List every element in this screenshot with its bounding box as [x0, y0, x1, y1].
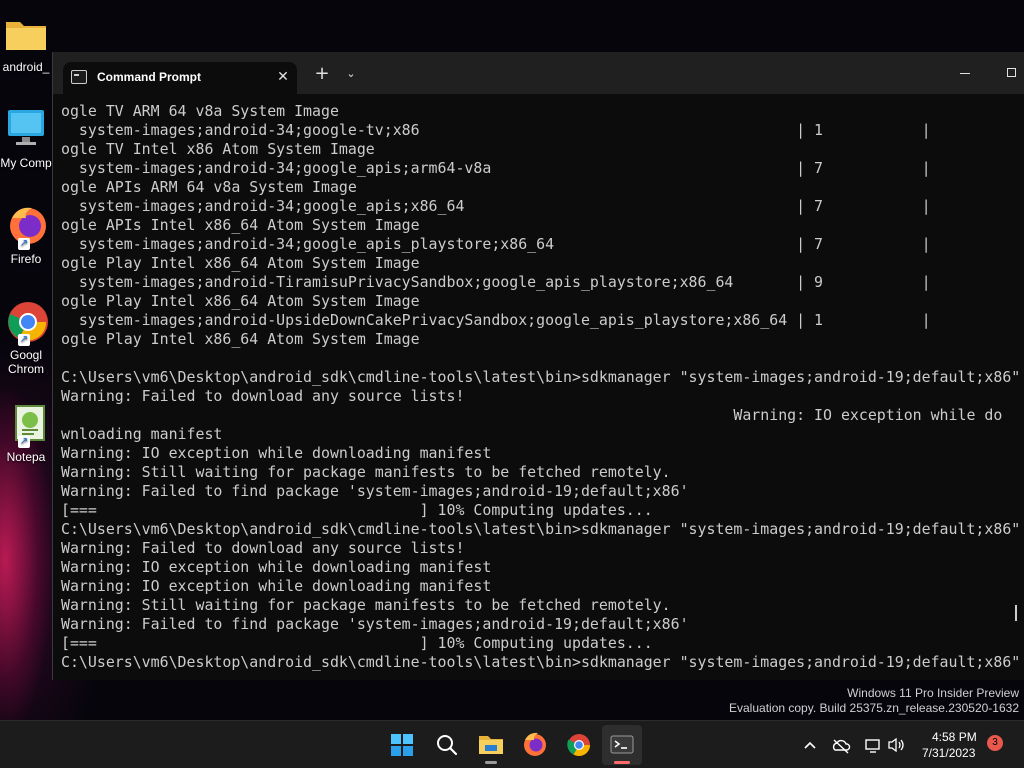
desktop-icon-chrome[interactable]: ↗ Googl Chrom	[0, 300, 52, 376]
terminal-window[interactable]: Command Prompt ✕ + ⌄ ogle TV ARM 64 v8a …	[52, 52, 1024, 680]
console-line: Warning: Failed to download any source l…	[61, 539, 465, 557]
console-line: system-images;android-34;google-tv;x86 |…	[61, 121, 931, 139]
chevron-down-icon[interactable]: ⌄	[341, 64, 361, 84]
console-line: system-images;android-UpsideDownCakePriv…	[61, 311, 931, 329]
console-line: system-images;android-34;google_apis;arm…	[61, 159, 931, 177]
console-line: Warning: Failed to find package 'system-…	[61, 482, 689, 500]
monitor-icon	[4, 108, 48, 152]
active-indicator	[614, 761, 630, 764]
maximize-icon[interactable]	[997, 64, 1024, 84]
console-line: system-images;android-34;google_apis_pla…	[61, 235, 931, 253]
monitor-icon	[865, 739, 880, 753]
windows-logo-icon	[391, 734, 413, 756]
tab-title: Command Prompt	[97, 70, 202, 84]
text-cursor	[1015, 605, 1017, 621]
start-button[interactable]	[382, 725, 422, 765]
chrome-icon	[567, 734, 590, 756]
clock-date[interactable]: 7/31/2023	[922, 746, 975, 760]
taskbar: 4:58 PM 7/31/2023	[0, 720, 1024, 768]
minimize-icon[interactable]	[947, 64, 983, 84]
console-line: [=== ] 10% Computing updates...	[61, 634, 653, 652]
chevron-up-icon	[804, 741, 816, 749]
console-line: Warning: IO exception while do	[61, 406, 1003, 424]
console-output[interactable]: ogle TV ARM 64 v8a System Image system-i…	[61, 102, 1024, 676]
console-line: Warning: IO exception while downloading …	[61, 444, 492, 462]
console-line: ogle TV ARM 64 v8a System Image	[61, 102, 339, 120]
clock-time[interactable]: 4:58 PM	[932, 730, 977, 744]
console-line: Warning: IO exception while downloading …	[61, 577, 492, 595]
folder-icon	[479, 736, 503, 754]
new-tab-icon[interactable]: +	[312, 64, 332, 84]
search-icon	[437, 735, 458, 756]
show-hidden-icons-button[interactable]	[798, 725, 822, 765]
console-line: Warning: Still waiting for package manif…	[61, 596, 671, 614]
terminal-icon	[610, 735, 634, 754]
console-line: ogle Play Intel x86_64 Atom System Image	[61, 330, 420, 348]
desktop-icon-notepad[interactable]: ↗ Notepa	[0, 402, 52, 464]
chrome-icon: ↗	[4, 300, 48, 346]
volume-button[interactable]	[884, 725, 908, 765]
console-line: Warning: Failed to find package 'system-…	[61, 615, 689, 633]
desktop-icon-my-computer[interactable]: My Comp	[0, 108, 52, 170]
console-line: C:\Users\vm6\Desktop\android_sdk\cmdline…	[61, 653, 1021, 671]
chrome-taskbar-button[interactable]	[559, 725, 599, 765]
desktop-icon-firefox[interactable]: ↗ Firefo	[0, 204, 52, 266]
console-line: ogle APIs Intel x86_64 Atom System Image	[61, 216, 420, 234]
close-tab-icon[interactable]: ✕	[273, 67, 293, 87]
search-button[interactable]	[427, 725, 467, 765]
folder-icon	[4, 12, 48, 56]
notepad-icon: ↗	[4, 402, 48, 448]
console-line: ogle TV Intel x86 Atom System Image	[61, 140, 375, 158]
tab-command-prompt[interactable]: Command Prompt ✕	[63, 62, 297, 94]
shortcut-arrow-icon: ↗	[18, 334, 30, 346]
console-line: ogle Play Intel x86_64 Atom System Image	[61, 292, 420, 310]
console-line: C:\Users\vm6\Desktop\android_sdk\cmdline…	[61, 368, 1021, 386]
console-line: ogle Play Intel x86_64 Atom System Image	[61, 254, 420, 272]
notification-badge[interactable]: 3	[987, 735, 1003, 751]
network-status-button[interactable]	[829, 725, 853, 765]
console-line: [=== ] 10% Computing updates...	[61, 501, 653, 519]
firefox-icon: ↗	[4, 204, 48, 250]
console-line: wnloading manifest	[61, 425, 223, 443]
title-bar[interactable]: Command Prompt ✕ + ⌄	[53, 52, 1024, 94]
desktop-icon-android-folder[interactable]: android_	[0, 12, 52, 74]
file-explorer-button[interactable]	[471, 725, 511, 765]
console-line: Warning: Still waiting for package manif…	[61, 463, 671, 481]
shortcut-arrow-icon: ↗	[18, 238, 30, 250]
command-prompt-icon	[71, 70, 87, 84]
console-line: Warning: IO exception while downloading …	[61, 558, 492, 576]
display-settings-button[interactable]	[861, 725, 885, 765]
speaker-icon	[888, 737, 904, 753]
shortcut-arrow-icon: ↗	[18, 436, 30, 448]
console-line: C:\Users\vm6\Desktop\android_sdk\cmdline…	[61, 520, 1021, 538]
running-indicator	[485, 761, 497, 764]
console-line: Warning: Failed to download any source l…	[61, 387, 465, 405]
console-line: system-images;android-TiramisuPrivacySan…	[61, 273, 931, 291]
console-line: system-images;android-34;google_apis;x86…	[61, 197, 931, 215]
terminal-taskbar-button[interactable]	[602, 725, 642, 765]
firefox-taskbar-button[interactable]	[515, 725, 555, 765]
evaluation-watermark: Windows 11 Pro Insider Preview Evaluatio…	[729, 686, 1019, 715]
cloud-offline-icon	[832, 739, 851, 754]
console-line: ogle APIs ARM 64 v8a System Image	[61, 178, 357, 196]
firefox-icon	[524, 732, 546, 756]
